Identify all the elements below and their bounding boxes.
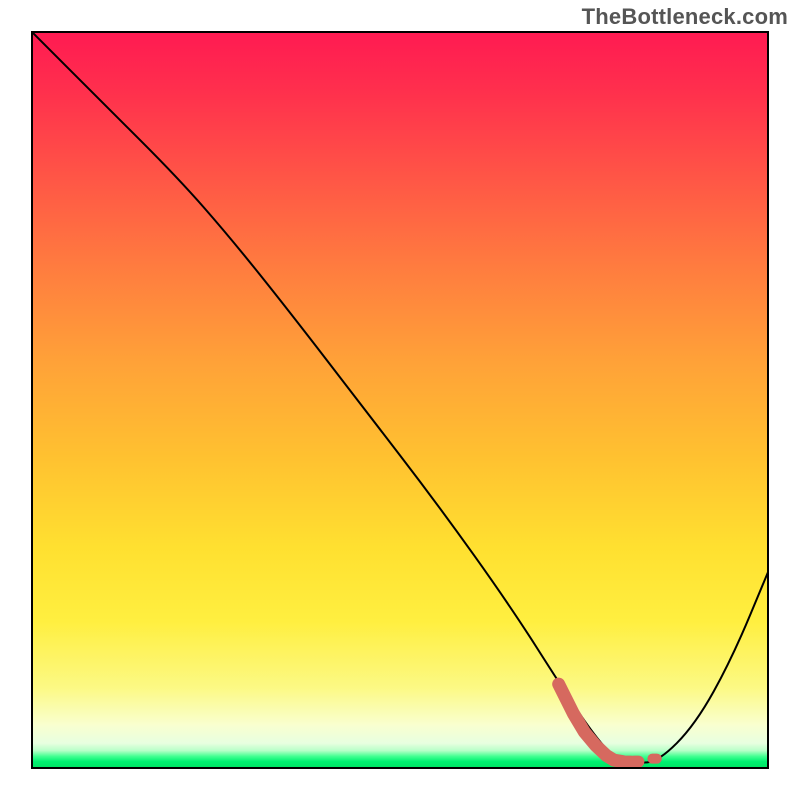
chart-frame: TheBottleneck.com: [0, 0, 800, 800]
highlight-markers: [559, 684, 657, 761]
chart-svg: [31, 31, 769, 769]
bottleneck-curve-path: [31, 31, 769, 763]
highlight-stroke: [559, 684, 623, 761]
watermark-text: TheBottleneck.com: [582, 4, 788, 30]
plot-area: [31, 31, 769, 769]
